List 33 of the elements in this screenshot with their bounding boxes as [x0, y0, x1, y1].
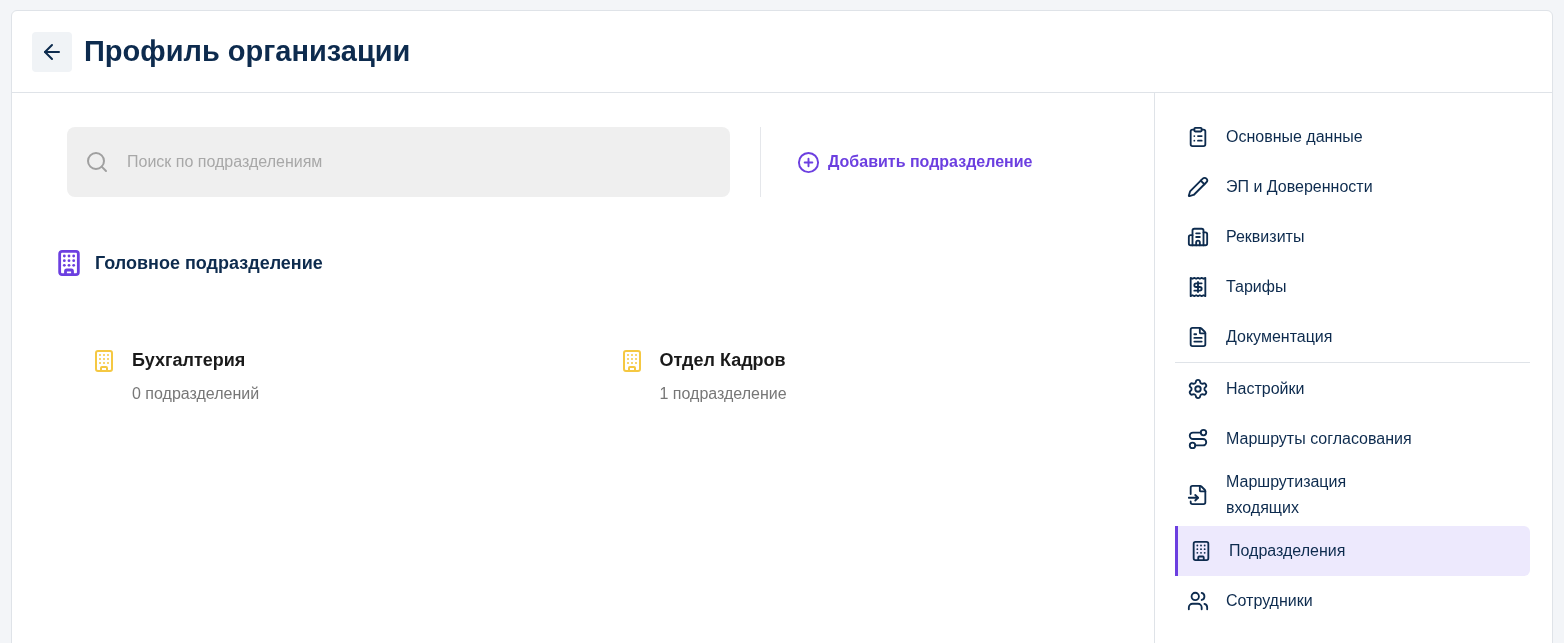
section-title: Головное подразделение — [95, 251, 323, 275]
search-field[interactable]: Поиск по подразделениям — [67, 127, 730, 197]
clipboard-icon — [1187, 126, 1209, 148]
building-icon — [55, 249, 83, 277]
department-count: 1 подразделение — [659, 384, 787, 404]
page-title: Профиль организации — [84, 33, 411, 69]
department-name[interactable]: Отдел Кадров — [659, 347, 787, 374]
sidebar-item[interactable]: Тарифы — [1175, 262, 1530, 312]
building-icon — [1187, 226, 1209, 248]
sidebar-item[interactable]: ЭП и Доверенности — [1175, 162, 1530, 212]
sidebar-item[interactable]: Маршруты согласования — [1175, 414, 1530, 464]
building-icon — [92, 349, 116, 373]
back-button[interactable] — [32, 31, 72, 72]
search-icon — [85, 150, 109, 174]
department-count: 0 подразделений — [132, 384, 260, 404]
sidebar-item[interactable]: Маршрутизация входящих — [1175, 464, 1530, 526]
sidebar-item[interactable]: Реквизиты — [1175, 212, 1530, 262]
settings-icon — [1187, 378, 1209, 400]
sidebar-item[interactable]: Документация — [1175, 312, 1530, 362]
sidebar-item[interactable]: Подразделения — [1175, 526, 1530, 576]
sidebar-item[interactable]: Сотрудники — [1175, 576, 1530, 626]
people-icon — [1187, 590, 1209, 612]
plus-circle-icon — [797, 150, 820, 174]
file-import-icon — [1187, 484, 1209, 506]
route-icon — [1187, 428, 1209, 450]
department-name[interactable]: Бухгалтерия — [132, 347, 260, 374]
document-icon — [1187, 326, 1209, 348]
sidebar-item[interactable]: Основные данные — [1175, 112, 1530, 162]
pencil-icon — [1187, 176, 1209, 198]
building-icon — [1190, 540, 1212, 562]
add-department-button[interactable]: Добавить подразделение — [797, 150, 1033, 174]
receipt-icon — [1187, 276, 1209, 298]
sidebar-item[interactable]: Настройки — [1175, 364, 1530, 414]
